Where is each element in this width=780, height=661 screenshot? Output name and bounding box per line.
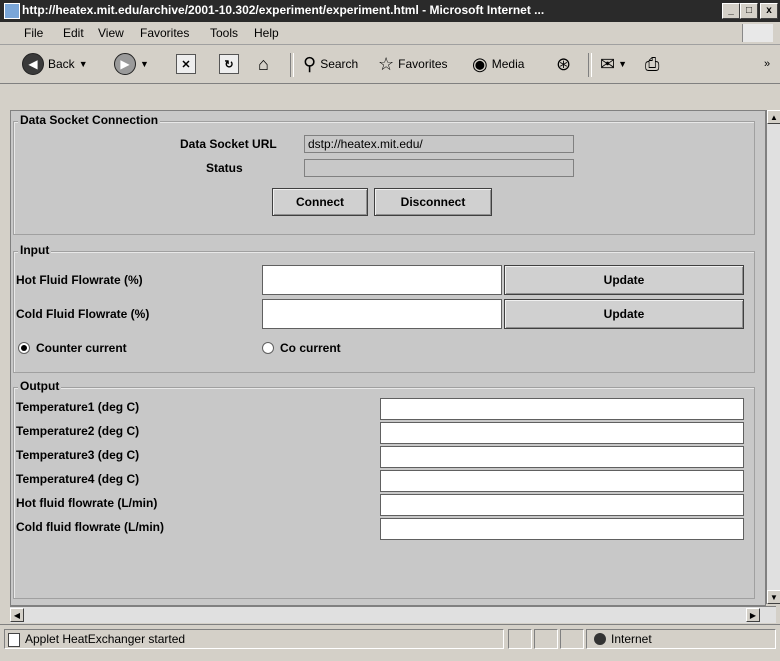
- scroll-right-icon[interactable]: ▶: [746, 608, 760, 622]
- menu-view[interactable]: View: [98, 26, 124, 40]
- menu-edit[interactable]: Edit: [63, 26, 84, 40]
- menu-bar: File Edit View Favorites Tools Help: [0, 22, 780, 45]
- scroll-down-icon[interactable]: ▼: [767, 590, 780, 604]
- mail-button[interactable]: ✉ ▼: [600, 53, 627, 75]
- home-button[interactable]: ⌂: [258, 53, 269, 75]
- status-pane: [508, 629, 532, 649]
- datasocket-legend: Data Socket Connection: [18, 113, 161, 127]
- ie-logo-icon: [4, 3, 20, 19]
- dropdown-arrow-icon: ▼: [618, 59, 628, 69]
- hot-update-button[interactable]: Update: [504, 265, 744, 295]
- close-button[interactable]: x: [760, 3, 778, 19]
- datasocket-panel: Data Socket Connection Data Socket URL d…: [13, 113, 755, 235]
- datasocket-url-label: Data Socket URL: [180, 137, 277, 151]
- toolbar-separator: [290, 53, 294, 77]
- favorites-button[interactable]: ☆ Favorites: [378, 53, 448, 75]
- output-field[interactable]: [380, 398, 744, 420]
- minimize-button[interactable]: _: [722, 3, 740, 19]
- output-label: Temperature3 (deg C): [16, 448, 140, 462]
- mail-icon: ✉: [600, 54, 616, 74]
- output-field[interactable]: [380, 518, 744, 540]
- status-pane: [534, 629, 558, 649]
- radio-selected-indicator: [18, 342, 30, 354]
- radio-indicator: [262, 342, 274, 354]
- menu-tools[interactable]: Tools: [210, 26, 238, 40]
- maximize-button[interactable]: □: [740, 3, 758, 19]
- output-field[interactable]: [380, 494, 744, 516]
- status-zone: Internet: [586, 629, 776, 649]
- status-text: Applet HeatExchanger started: [4, 629, 504, 649]
- menu-help[interactable]: Help: [254, 26, 279, 40]
- window-title: http://heatex.mit.edu/archive/2001-10.30…: [22, 3, 545, 17]
- vertical-scrollbar[interactable]: ▲ ▼: [766, 110, 780, 604]
- scroll-up-icon[interactable]: ▲: [767, 110, 780, 124]
- output-field[interactable]: [380, 470, 744, 492]
- status-pane: [560, 629, 584, 649]
- datasocket-url-field[interactable]: dstp://heatex.mit.edu/: [304, 135, 574, 153]
- media-button[interactable]: ◉ Media: [472, 53, 524, 75]
- history-button[interactable]: ⊛: [556, 53, 571, 75]
- cold-flowrate-label: Cold Fluid Flowrate (%): [16, 307, 150, 321]
- output-panel: Output Temperature1 (deg C) Temperature2…: [13, 379, 755, 599]
- applet-area: Data Socket Connection Data Socket URL d…: [10, 110, 766, 606]
- forward-button[interactable]: ▶ ▼: [114, 53, 149, 75]
- menu-file[interactable]: File: [24, 26, 43, 40]
- horizontal-scrollbar[interactable]: ◀ ▶: [10, 606, 776, 623]
- input-panel: Input Hot Fluid Flowrate (%) Update Cold…: [13, 243, 755, 373]
- history-icon: ⊛: [556, 54, 572, 74]
- page-icon: [8, 633, 20, 647]
- print-button[interactable]: ⎙: [645, 53, 659, 75]
- menu-favorites[interactable]: Favorites: [140, 26, 189, 40]
- stop-icon: ✕: [176, 54, 196, 74]
- co-current-radio[interactable]: Co current: [262, 341, 341, 355]
- forward-arrow-icon: ▶: [114, 53, 136, 75]
- toolbar-overflow-chevron[interactable]: »: [764, 53, 770, 75]
- search-button[interactable]: ⚲ Search: [303, 53, 358, 75]
- output-label: Temperature2 (deg C): [16, 424, 140, 438]
- output-label: Hot fluid flowrate (L/min): [16, 496, 158, 510]
- back-arrow-icon: ◀: [22, 53, 44, 75]
- star-icon: ☆: [378, 54, 395, 74]
- refresh-button[interactable]: ↻: [219, 53, 239, 75]
- status-bar: Applet HeatExchanger started Internet: [0, 624, 780, 661]
- output-field[interactable]: [380, 446, 744, 468]
- internet-zone-icon: [594, 633, 606, 645]
- disconnect-button[interactable]: Disconnect: [374, 188, 492, 216]
- search-icon: ⚲: [303, 54, 317, 74]
- windows-flag-icon: [742, 24, 773, 42]
- connect-button[interactable]: Connect: [272, 188, 368, 216]
- refresh-icon: ↻: [219, 54, 239, 74]
- input-legend: Input: [18, 243, 52, 257]
- cold-update-button[interactable]: Update: [504, 299, 744, 329]
- output-label: Temperature1 (deg C): [16, 400, 140, 414]
- back-button[interactable]: ◀ Back ▼: [22, 53, 88, 75]
- hot-flowrate-input[interactable]: [262, 265, 502, 295]
- output-label: Cold fluid flowrate (L/min): [16, 520, 164, 534]
- output-legend: Output: [18, 379, 62, 393]
- stop-button[interactable]: ✕: [176, 53, 196, 75]
- home-icon: ⌂: [258, 54, 269, 74]
- cold-flowrate-input[interactable]: [262, 299, 502, 329]
- print-icon: ⎙: [645, 54, 660, 74]
- toolbar: ◀ Back ▼ ▶ ▼ ✕ ↻ ⌂ ⚲ Search ☆ Favorites …: [0, 45, 780, 84]
- window-title-bar: http://heatex.mit.edu/archive/2001-10.30…: [0, 0, 780, 22]
- hot-flowrate-label: Hot Fluid Flowrate (%): [16, 273, 143, 287]
- dropdown-arrow-icon: ▼: [78, 59, 88, 69]
- output-label: Temperature4 (deg C): [16, 472, 140, 486]
- output-field[interactable]: [380, 422, 744, 444]
- status-label: Status: [206, 161, 243, 175]
- status-field: [304, 159, 574, 177]
- media-icon: ◉: [472, 54, 488, 74]
- counter-current-radio[interactable]: Counter current: [18, 341, 127, 355]
- toolbar-separator: [588, 53, 592, 77]
- scroll-left-icon[interactable]: ◀: [10, 608, 24, 622]
- dropdown-arrow-icon: ▼: [140, 59, 149, 69]
